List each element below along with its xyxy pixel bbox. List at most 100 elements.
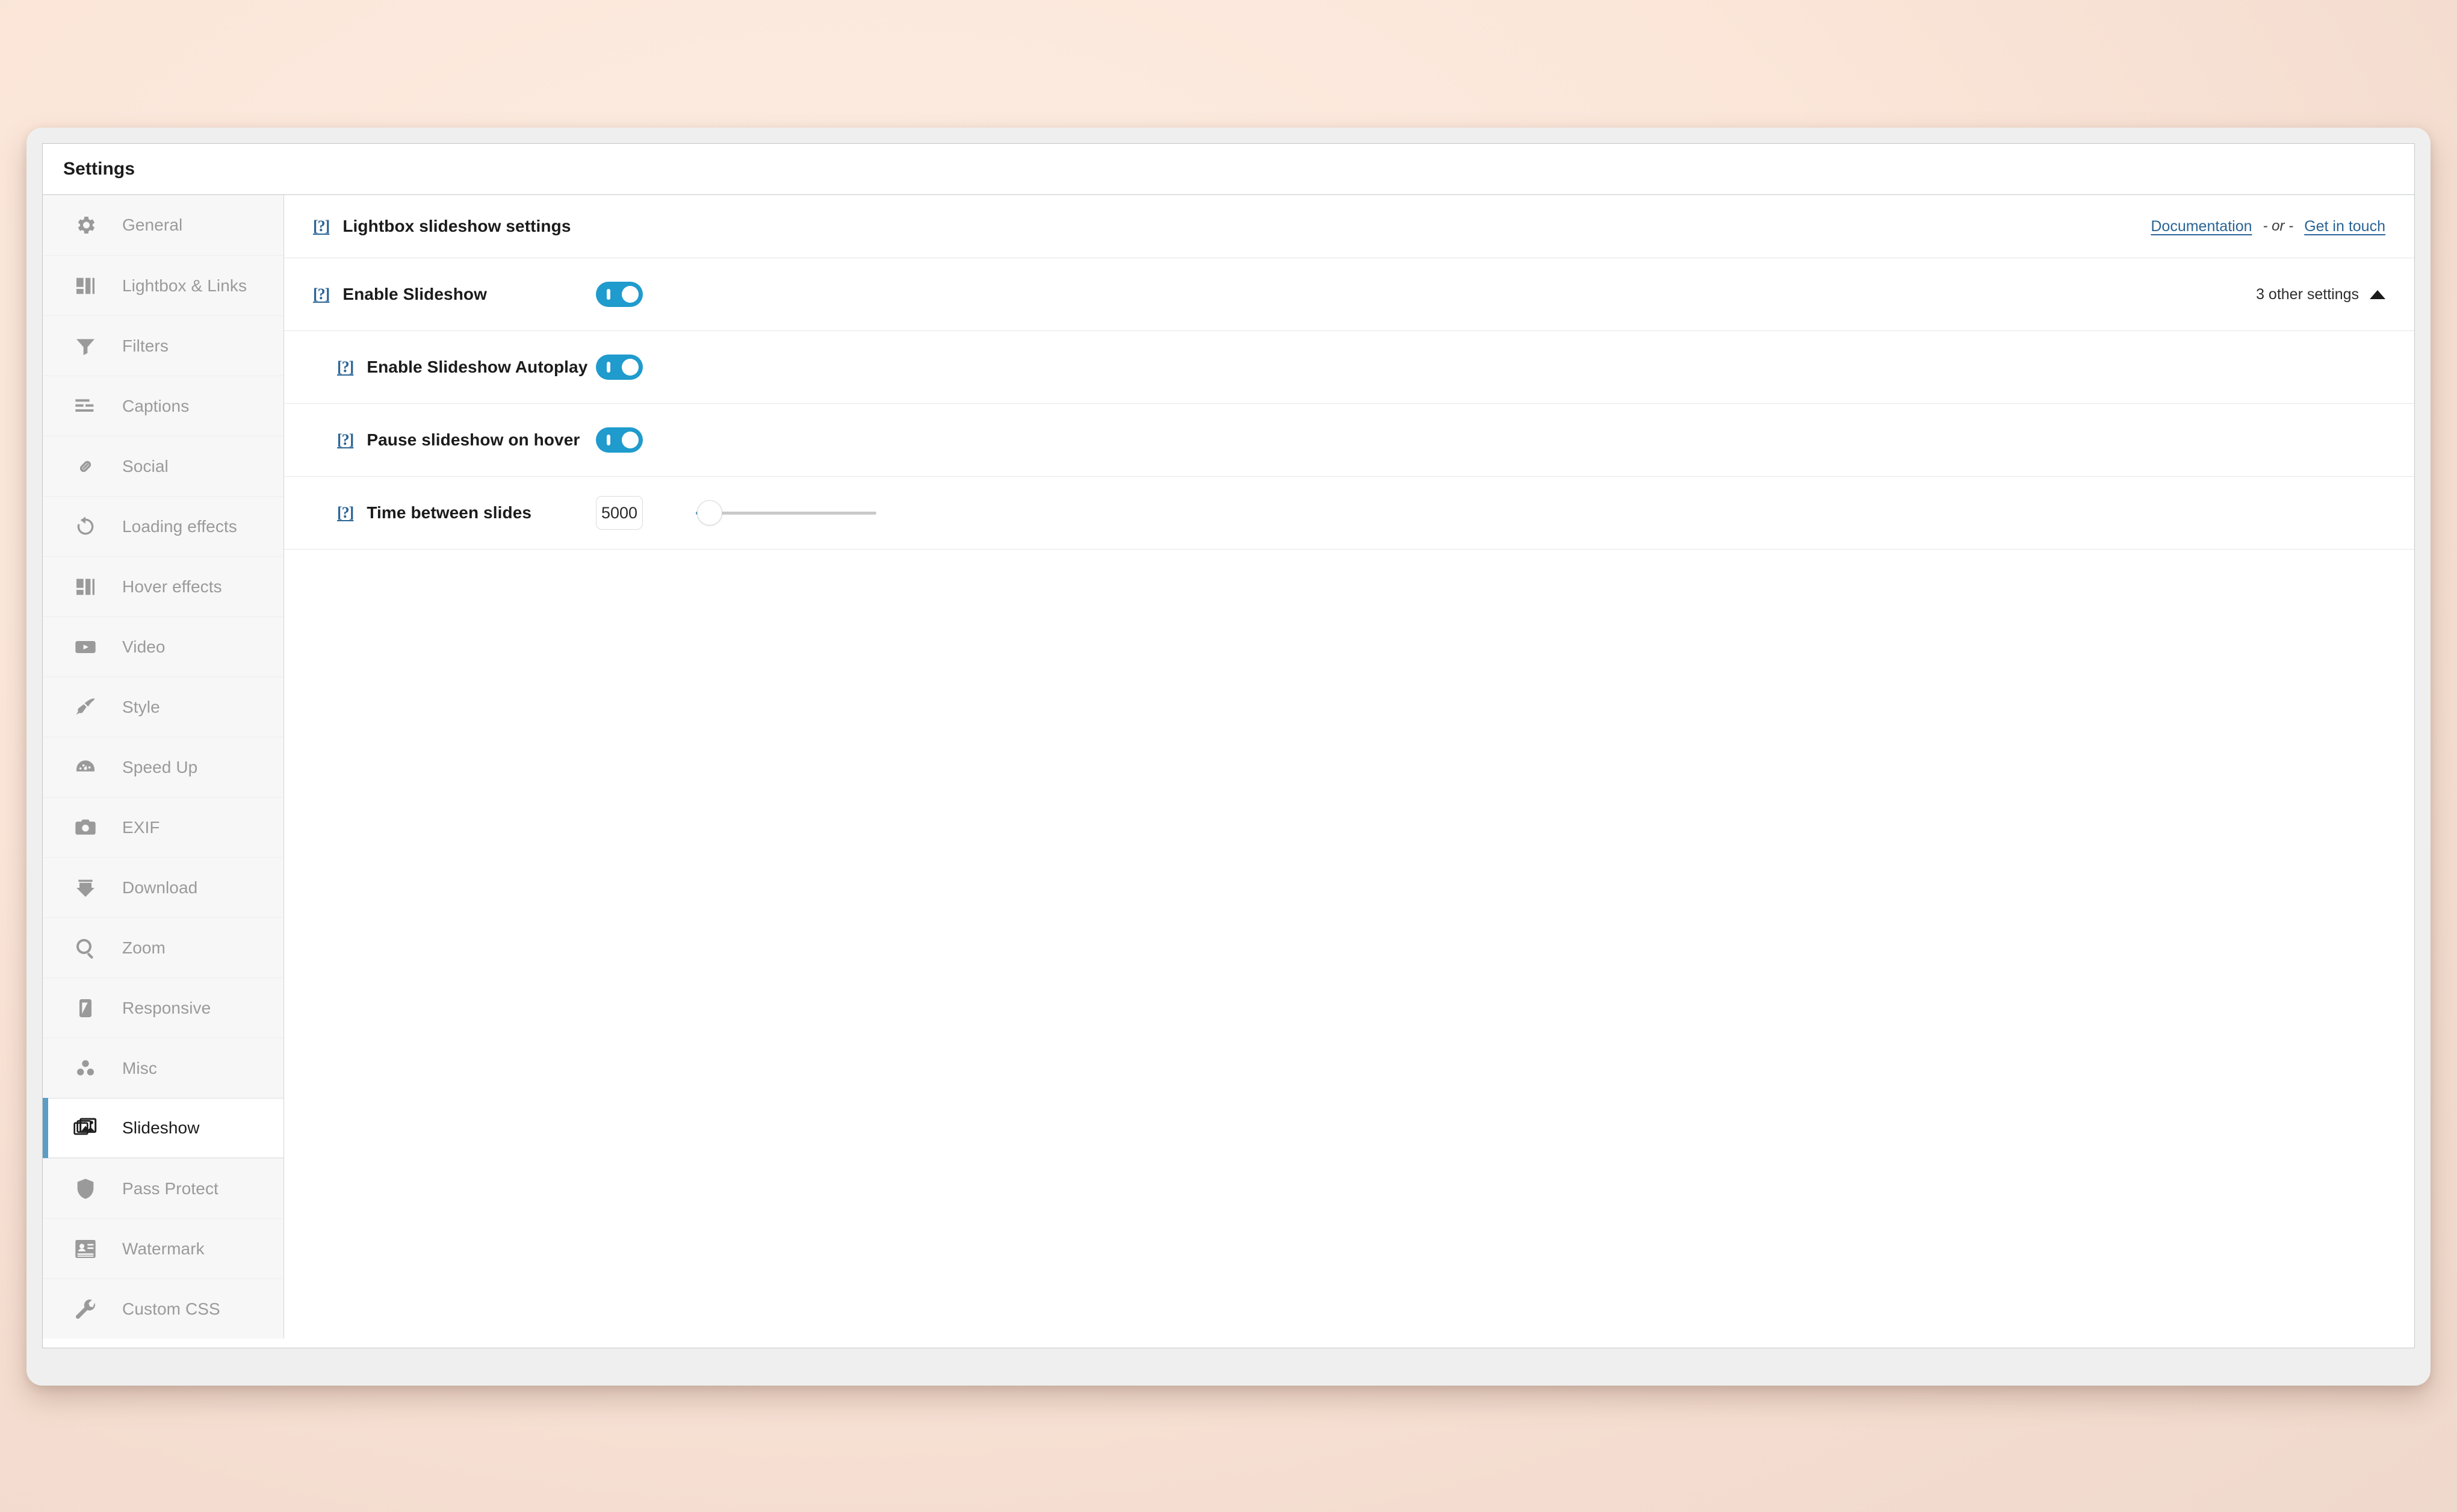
sidebar-item-video[interactable]: Video (43, 616, 284, 677)
label-column: [?] Enable Slideshow (313, 285, 596, 304)
watermark-icon (72, 1235, 99, 1263)
play-icon (72, 633, 99, 661)
sidebar-item-general[interactable]: General (43, 195, 284, 255)
sidebar-item-label: Filters (122, 336, 169, 355)
gauge-icon (72, 754, 99, 781)
sidebar-item-responsive[interactable]: Responsive (43, 978, 284, 1038)
mobile-icon (72, 994, 99, 1022)
gear-icon (72, 211, 99, 239)
label-column: [?] Time between slides (337, 503, 596, 522)
other-settings-toggle[interactable]: 3 other settings (2256, 286, 2385, 303)
help-icon[interactable]: [?] (313, 285, 330, 303)
sidebar-item-label: General (122, 215, 183, 234)
setting-row-enable-autoplay: [?] Enable Slideshow Autoplay (284, 331, 2414, 404)
sidebar-item-zoom[interactable]: Zoom (43, 917, 284, 978)
toggle-knob (622, 359, 639, 376)
sidebar-item-speed-up[interactable]: Speed Up (43, 737, 284, 797)
section-title: Lightbox slideshow settings (342, 217, 571, 235)
setting-row-time-between-slides: [?] Time between slides 5000 (284, 477, 2414, 550)
sidebar-item-label: Misc (122, 1058, 157, 1077)
sidebar-item-label: Download (122, 878, 198, 897)
sidebar-item-label: Lightbox & Links (122, 276, 247, 295)
shield-icon (72, 1175, 99, 1203)
wrench-icon (72, 1295, 99, 1323)
sidebar-item-social[interactable]: Social (43, 436, 284, 496)
pause-on-hover-toggle[interactable] (596, 427, 643, 453)
sidebar-item-exif[interactable]: EXIF (43, 797, 284, 857)
sidebar-item-filters[interactable]: Filters (43, 315, 284, 376)
sidebar-item-label: Hover effects (122, 577, 222, 596)
sidebar-item-label: Style (122, 697, 160, 716)
page-title: Settings (63, 159, 135, 179)
help-icon[interactable]: [?] (337, 358, 354, 376)
sidebar-item-label: Video (122, 637, 166, 656)
camera-icon (72, 814, 99, 841)
layout-icon (72, 573, 99, 601)
help-icon[interactable]: [?] (313, 217, 330, 235)
label-column: [?] Enable Slideshow Autoplay (337, 358, 596, 377)
refresh-icon (72, 513, 99, 541)
slider-track (696, 512, 876, 515)
settings-sidebar: General Lightbox & Links Filters Caption… (43, 195, 284, 1339)
toggle-bar (607, 435, 610, 445)
sidebar-item-custom-css[interactable]: Custom CSS (43, 1278, 284, 1339)
window-titlebar: Settings (43, 144, 2414, 195)
settings-panel: Settings General Lightbox & Links Filter… (42, 143, 2415, 1348)
links-separator: - or - (2263, 218, 2294, 234)
sidebar-item-lightbox-links[interactable]: Lightbox & Links (43, 255, 284, 315)
paintbrush-icon (72, 693, 99, 721)
documentation-link[interactable]: Documentation (2151, 218, 2252, 235)
toggle-bar (607, 289, 610, 300)
sidebar-item-label: EXIF (122, 817, 160, 837)
funnel-icon (72, 332, 99, 360)
sidebar-item-label: Zoom (122, 938, 166, 957)
sidebar-item-pass-protect[interactable]: Pass Protect (43, 1158, 284, 1218)
settings-body: General Lightbox & Links Filters Caption… (43, 195, 2414, 1348)
sidebar-item-label: Captions (122, 396, 190, 415)
dots-cluster-icon (72, 1055, 99, 1082)
sidebar-item-slideshow[interactable]: Slideshow (43, 1098, 284, 1158)
layout-icon (72, 272, 99, 300)
enable-slideshow-toggle[interactable] (596, 282, 643, 307)
help-icon[interactable]: [?] (337, 431, 354, 449)
link-icon (72, 453, 99, 480)
slider-thumb[interactable] (697, 500, 722, 525)
settings-content: [?] Lightbox slideshow settings Document… (284, 195, 2414, 1348)
settings-window: Settings General Lightbox & Links Filter… (26, 128, 2431, 1386)
slideshow-icon (72, 1114, 99, 1142)
sidebar-item-label: Responsive (122, 998, 211, 1017)
sidebar-item-misc[interactable]: Misc (43, 1038, 284, 1098)
sidebar-item-hover-effects[interactable]: Hover effects (43, 556, 284, 616)
time-between-slides-slider[interactable] (696, 496, 876, 530)
setting-row-enable-slideshow: [?] Enable Slideshow 3 other settings (284, 258, 2414, 331)
sidebar-item-label: Loading effects (122, 516, 237, 536)
header-links: Documentation - or - Get in touch (2151, 218, 2385, 235)
toggle-knob (622, 286, 639, 303)
text-lines-icon (72, 392, 99, 420)
sidebar-item-download[interactable]: Download (43, 857, 284, 917)
magnifier-icon (72, 934, 99, 962)
enable-autoplay-toggle[interactable] (596, 355, 643, 380)
download-icon (72, 874, 99, 902)
sidebar-item-style[interactable]: Style (43, 677, 284, 737)
toggle-knob (622, 432, 639, 448)
time-between-slides-input[interactable]: 5000 (596, 496, 643, 530)
sidebar-item-label: Watermark (122, 1239, 205, 1258)
toggle-bar (607, 362, 610, 373)
sidebar-item-captions[interactable]: Captions (43, 376, 284, 436)
other-settings-label: 3 other settings (2256, 285, 2359, 303)
sidebar-item-watermark[interactable]: Watermark (43, 1218, 284, 1278)
get-in-touch-link[interactable]: Get in touch (2304, 218, 2385, 235)
label-column: [?] Pause slideshow on hover (337, 430, 596, 450)
setting-label: Enable Slideshow (342, 285, 487, 303)
chevron-up-icon (2370, 290, 2385, 299)
sidebar-item-label: Custom CSS (122, 1299, 220, 1318)
sidebar-item-loading-effects[interactable]: Loading effects (43, 496, 284, 556)
sidebar-item-label: Social (122, 456, 169, 476)
help-icon[interactable]: [?] (337, 504, 354, 522)
setting-label: Enable Slideshow Autoplay (367, 358, 588, 376)
sidebar-item-label: Speed Up (122, 757, 198, 776)
setting-label: Time between slides (367, 503, 532, 522)
setting-label: Pause slideshow on hover (367, 430, 580, 449)
setting-row-pause-on-hover: [?] Pause slideshow on hover (284, 404, 2414, 477)
